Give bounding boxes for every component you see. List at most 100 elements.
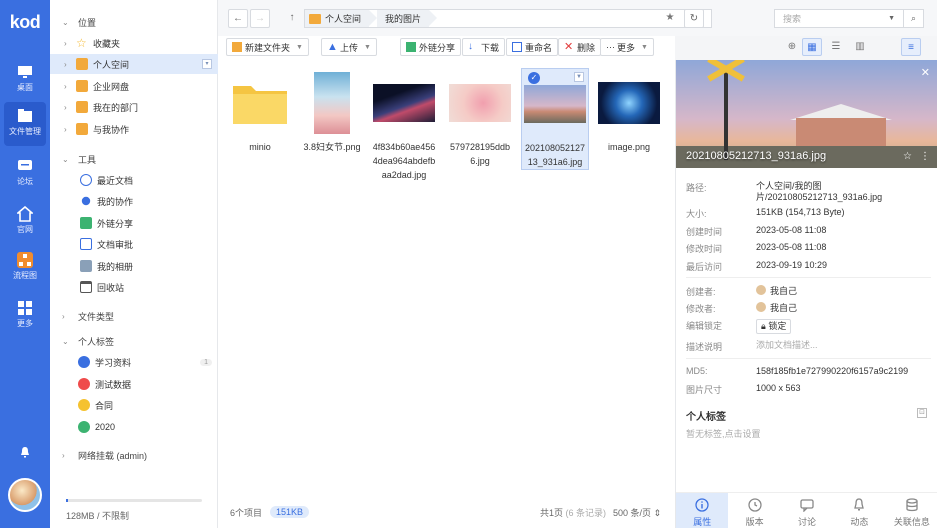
sidebar-tag-2020[interactable]: 2020 xyxy=(50,417,218,437)
app-rail: kod 桌面 文件管理 论坛 官网 流程图 更多 xyxy=(0,0,50,528)
rail-item-more[interactable]: 更多 xyxy=(4,294,46,338)
file-item-image[interactable]: image.png xyxy=(595,68,663,154)
sidebar-item-my-collab[interactable]: 我的协作 xyxy=(50,191,218,211)
tab-related-info[interactable]: 关联信息 xyxy=(886,493,937,528)
icon-view-button[interactable]: ▦ xyxy=(802,38,822,56)
new-folder-icon xyxy=(232,42,242,52)
chevron-down-icon[interactable]: ▼ xyxy=(574,72,584,82)
storage-bar xyxy=(66,499,202,502)
chevron-down-icon: ▼ xyxy=(296,43,303,51)
star-icon[interactable]: ☆ xyxy=(903,151,912,162)
item-menu-icon[interactable]: ▾ xyxy=(202,59,212,69)
section-location[interactable]: ⌄ 位置 xyxy=(50,12,218,32)
sidebar-item-doc-approval[interactable]: 文档审批 xyxy=(50,234,218,254)
description-input[interactable]: 添加文档描述... xyxy=(756,340,931,353)
download-button[interactable]: ↓ 下载 xyxy=(462,38,506,56)
tags-empty-hint[interactable]: 暂无标签,点击设置 xyxy=(686,427,761,440)
section-file-type[interactable]: › 文件类型 xyxy=(50,306,218,326)
sidebar-item-recycle-bin[interactable]: 回收站 xyxy=(50,277,218,297)
prop-lock: 编辑锁定 🔒︎ 锁定 xyxy=(686,319,931,334)
checkmark-icon[interactable]: ✓ xyxy=(528,72,540,84)
refresh-button[interactable]: ↻ xyxy=(684,9,704,28)
tab-properties[interactable]: 属性 xyxy=(676,493,729,528)
sidebar-item-my-album[interactable]: 我的相册 xyxy=(50,256,218,276)
prop-value: 2023-05-08 11:08 xyxy=(756,242,827,252)
link-share-button[interactable]: 外链分享 xyxy=(400,38,462,56)
close-icon[interactable]: ✕ xyxy=(921,66,930,79)
forward-button[interactable]: → xyxy=(250,9,270,28)
sidebar-item-label: 收藏夹 xyxy=(93,38,121,49)
new-folder-button[interactable]: 新建文件夹 ▼ xyxy=(226,38,309,56)
divider xyxy=(686,358,931,359)
file-item-image[interactable]: 4f834b60ae4564dea964abdefbaa2dad.jpg xyxy=(370,68,438,182)
prop-md5: MD5: 158f185fb1e727990220f6157a9c2199 xyxy=(686,366,931,377)
prop-label: 最后访问 xyxy=(686,262,723,272)
image-preview[interactable]: 20210805212713_931a6.jpg ☆ ⋮ ✕ xyxy=(676,60,937,168)
folder-icon xyxy=(229,72,291,134)
file-name: 4f834b60ae4564dea964abdefbaa2dad.jpg xyxy=(372,142,436,180)
image-thumbnail xyxy=(301,72,363,134)
delete-button[interactable]: ✕ 删除 xyxy=(558,38,602,56)
panel-toggle-button[interactable]: ≡ xyxy=(901,38,921,56)
rename-button[interactable]: 重命名 xyxy=(506,38,559,56)
tab-discussion[interactable]: 讨论 xyxy=(781,493,833,528)
per-page-select[interactable]: 500 条/页 ⇕ xyxy=(613,506,661,519)
breadcrumb-item-personal-space[interactable]: 个人空间 xyxy=(305,10,378,27)
storage-bar-fill xyxy=(66,499,68,502)
file-item-image[interactable]: 579728195ddb6.jpg xyxy=(446,68,514,168)
breadcrumb: 个人空间 我的图片 xyxy=(304,9,712,28)
edit-tags-icon[interactable]: ⊡ xyxy=(917,408,927,418)
record-count: (6 条记录) xyxy=(565,507,607,518)
section-tools[interactable]: ⌄ 工具 xyxy=(50,149,218,169)
rail-item-file-manager[interactable]: 文件管理 xyxy=(4,102,46,146)
file-item-folder[interactable]: minio xyxy=(226,68,294,154)
preview-crossing-pole xyxy=(724,70,728,160)
home-folder-icon xyxy=(309,13,321,24)
star-icon[interactable]: ★ xyxy=(660,9,680,28)
search-box[interactable]: 搜索 ▼ ⌕ xyxy=(774,9,924,28)
section-network-mount[interactable]: › 网络挂载 (admin) xyxy=(50,445,218,465)
tag-label: 学习资料 xyxy=(95,357,132,368)
file-item-image[interactable]: 3.8妇女节.png xyxy=(298,68,366,154)
file-name: 579728195ddb6.jpg xyxy=(449,142,511,166)
sidebar-item-link-share[interactable]: 外链分享 xyxy=(50,213,218,233)
chevron-down-icon[interactable]: ▼ xyxy=(888,15,895,22)
split-view-button[interactable]: ▥ xyxy=(850,38,870,56)
list-view-button[interactable]: ☰ xyxy=(826,38,846,56)
section-personal-tags[interactable]: ⌄ 个人标签 xyxy=(50,331,218,351)
file-item-image-selected[interactable]: ✓ ▼ 20210805212713_931a6.jpg xyxy=(521,68,589,170)
user-avatar[interactable] xyxy=(8,478,42,512)
sidebar-tag-study[interactable]: 学习资料 1 xyxy=(50,352,218,372)
breadcrumb-item-my-pictures[interactable]: 我的图片 xyxy=(377,10,438,27)
more-button[interactable]: ··· 更多 ▼ xyxy=(600,38,654,56)
storage-usage: 128MB / 不限制 xyxy=(66,511,130,521)
sidebar-item-collaboration[interactable]: › 与我协作 xyxy=(50,119,218,139)
upload-button[interactable]: ▲ 上传 ▼ xyxy=(321,38,377,56)
button-label: 更多 xyxy=(617,42,636,53)
sidebar-item-my-department[interactable]: › 我在的部门 xyxy=(50,97,218,117)
sidebar-item-recent-docs[interactable]: 最近文档 xyxy=(50,170,218,190)
delete-icon: ✕ xyxy=(564,41,574,53)
bell-icon[interactable] xyxy=(19,446,31,458)
search-icon[interactable]: ⌕ xyxy=(903,10,923,27)
lock-button[interactable]: 🔒︎ 锁定 xyxy=(756,319,792,334)
rail-item-website[interactable]: 官网 xyxy=(4,200,46,244)
tab-activity[interactable]: 动态 xyxy=(833,493,885,528)
tab-versions[interactable]: 版本 xyxy=(728,493,780,528)
sidebar-item-personal-space[interactable]: › 个人空间 ▾ xyxy=(50,54,218,74)
sidebar-tag-contract[interactable]: 合同 xyxy=(50,395,218,415)
zoom-icon[interactable]: ⊕ xyxy=(782,38,802,56)
sidebar-item-enterprise-drive[interactable]: › 企业网盘 xyxy=(50,76,218,96)
rail-item-desktop[interactable]: 桌面 xyxy=(4,58,46,102)
sidebar-tag-test-data[interactable]: 测试数据 xyxy=(50,374,218,394)
rail-item-forum[interactable]: 论坛 xyxy=(4,152,46,196)
tag-label: 2020 xyxy=(95,422,116,432)
image-thumbnail xyxy=(598,72,660,134)
main-area: ← → ↑ 个人空间 我的图片 ★ ↻ 搜索 ▼ ⌕ 新建文件夹 ▼ ▲ 上传 xyxy=(218,0,937,528)
sidebar-item-favorites[interactable]: › ☆ 收藏夹 xyxy=(50,33,218,53)
rail-item-flowchart[interactable]: 流程图 xyxy=(4,246,46,290)
more-icon[interactable]: ⋮ xyxy=(920,151,930,162)
back-button[interactable]: ← xyxy=(228,9,248,28)
button-label: 下载 xyxy=(481,42,500,53)
up-button[interactable]: ↑ xyxy=(282,9,302,28)
